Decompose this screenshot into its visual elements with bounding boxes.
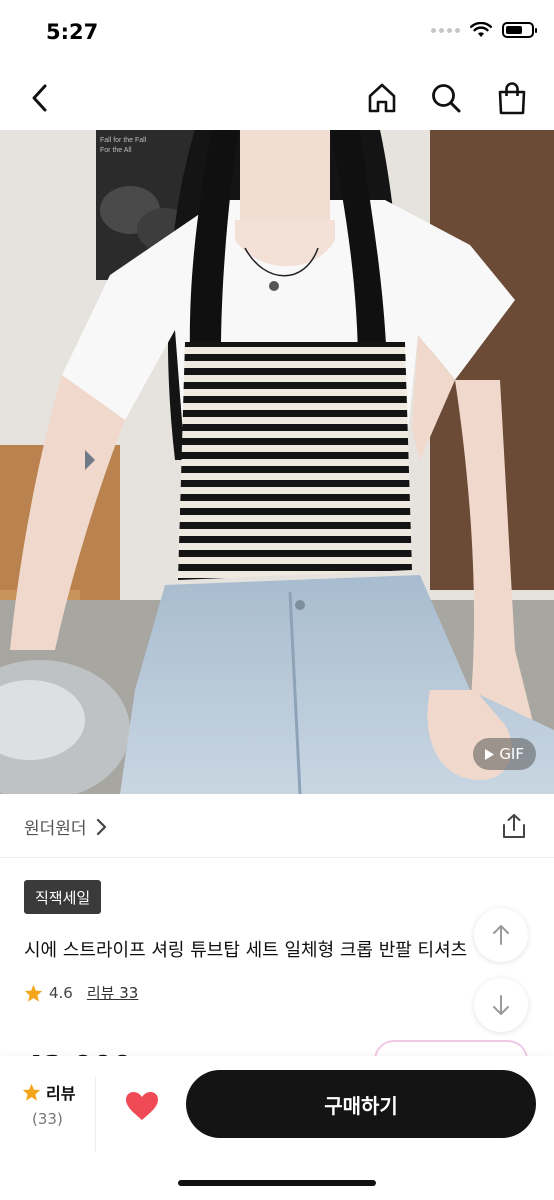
bottom-action-bar: 리뷰 (33) 구매하기 xyxy=(0,1056,554,1200)
heart-icon xyxy=(126,1092,158,1120)
status-time: 5:27 xyxy=(46,20,99,44)
cart-button[interactable] xyxy=(492,78,532,118)
home-indicator xyxy=(178,1180,376,1186)
top-nav-bar xyxy=(0,66,554,130)
home-button[interactable] xyxy=(362,78,402,118)
arrow-down-icon xyxy=(493,995,509,1015)
gif-badge[interactable]: GIF xyxy=(473,738,536,770)
star-icon xyxy=(22,1083,41,1101)
search-button[interactable] xyxy=(426,78,466,118)
review-label: 리뷰 xyxy=(46,1084,76,1103)
brand-name: 원더원더 xyxy=(24,819,87,839)
wifi-icon xyxy=(470,22,492,37)
battery-icon xyxy=(502,22,537,38)
rating-value: 4.6 xyxy=(49,983,73,1002)
scroll-to-top-button[interactable] xyxy=(474,908,528,962)
product-photo: Fall for the Fall For the All xyxy=(0,130,554,794)
review-count: (33) xyxy=(32,1110,63,1128)
home-icon xyxy=(368,83,396,113)
sale-badge: 직잭세일 xyxy=(24,880,102,914)
back-button[interactable] xyxy=(20,78,60,118)
status-icons xyxy=(431,22,537,38)
search-icon xyxy=(432,84,461,113)
buy-button[interactable]: 구매하기 xyxy=(186,1070,536,1138)
shopping-bag-icon xyxy=(498,82,526,115)
poster-text-2: For the All xyxy=(100,147,132,154)
star-icon xyxy=(24,984,43,1002)
share-icon xyxy=(503,814,525,838)
arrow-up-icon xyxy=(493,925,509,945)
review-summary-button[interactable]: 리뷰 (33) xyxy=(0,1076,96,1152)
brand-link[interactable]: 원더원더 xyxy=(24,814,107,839)
gif-label: GIF xyxy=(499,745,524,763)
review-summary-label: 리뷰 xyxy=(22,1080,75,1104)
review-link[interactable]: 리뷰 33 xyxy=(87,982,138,1003)
scroll-to-bottom-button[interactable] xyxy=(474,978,528,1032)
product-title: 시에 스트라이프 셔링 튜브탑 세트 일체형 크롭 반팔 티셔츠 xyxy=(24,940,468,961)
chevron-right-icon xyxy=(96,818,106,835)
product-image[interactable]: Fall for the Fall For the All GIF xyxy=(0,130,554,794)
share-button[interactable] xyxy=(500,812,528,840)
chevron-left-icon xyxy=(32,84,47,112)
poster-text-1: Fall for the Fall xyxy=(100,137,147,144)
play-icon xyxy=(485,748,495,760)
signal-icon xyxy=(431,27,460,33)
brand-row: 원더원더 xyxy=(0,794,554,858)
like-button[interactable] xyxy=(122,1086,162,1126)
status-bar: 5:27 xyxy=(0,0,554,66)
rating-row: 4.6 리뷰 33 xyxy=(24,982,138,1003)
